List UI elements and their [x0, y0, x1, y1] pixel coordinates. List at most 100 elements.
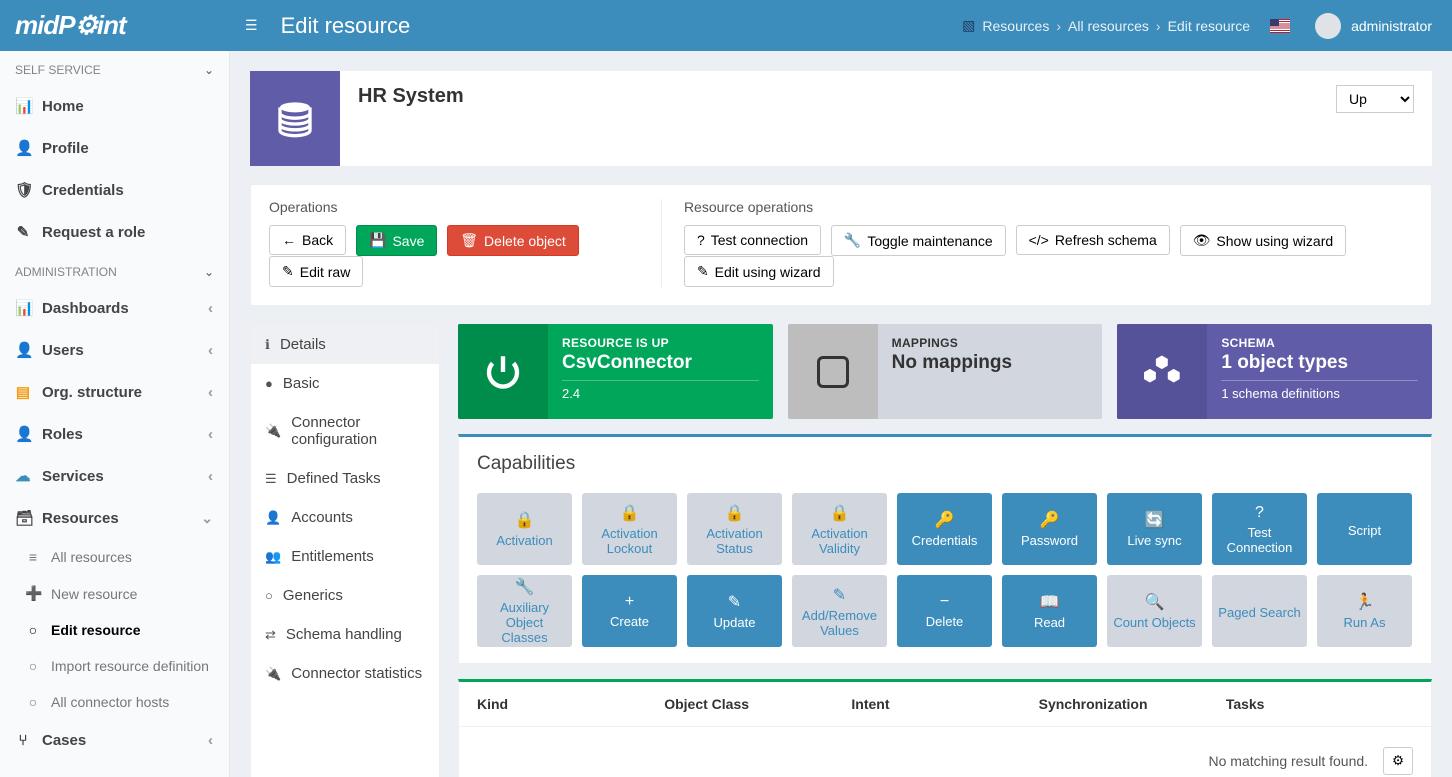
capability-tile[interactable]: ✎Add/Remove Values — [792, 575, 887, 647]
user-icon: 👤 — [15, 425, 31, 443]
table-column-header[interactable]: Synchronization — [1039, 696, 1226, 712]
card-label: SCHEMA — [1221, 336, 1418, 350]
edit-wizard-button[interactable]: ✎Edit using wizard — [684, 256, 834, 287]
capability-label: Credentials — [912, 533, 978, 548]
tree-icon: ⑂ — [15, 732, 31, 749]
pencil-icon: ✎ — [15, 223, 31, 241]
user-avatar-icon[interactable] — [1315, 13, 1341, 39]
capability-tile[interactable]: 🔒Activation Status — [687, 493, 782, 565]
capability-tile[interactable]: ✎Update — [687, 575, 782, 647]
table-column-header[interactable]: Intent — [851, 696, 1038, 712]
sidebar-section-administration[interactable]: ADMINISTRATION ⌄ — [0, 253, 229, 287]
tab[interactable]: ⇄Schema handling — [251, 615, 439, 654]
sidebar-subitem[interactable]: ≡All resources — [0, 539, 229, 575]
save-button[interactable]: 💾Save — [356, 225, 437, 256]
status-select[interactable]: Up — [1336, 85, 1414, 113]
cubes-icon — [1117, 324, 1207, 419]
power-icon — [458, 324, 548, 419]
tab-label: Basic — [283, 375, 320, 392]
sidebar-item-resources[interactable]: 🗃 Resources — [0, 497, 229, 539]
capability-icon: + — [625, 593, 634, 611]
capability-tile[interactable]: +Create — [582, 575, 677, 647]
sidebar-item-label: Users — [42, 342, 84, 359]
user-icon: 👤 — [15, 139, 31, 157]
table-column-header[interactable]: Tasks — [1226, 696, 1413, 712]
database-icon — [250, 71, 340, 166]
sidebar-subitem[interactable]: ○Edit resource — [0, 612, 229, 648]
schema-card[interactable]: SCHEMA 1 object types 1 schema definitio… — [1117, 324, 1432, 419]
tab[interactable]: ☰Defined Tasks — [251, 459, 439, 498]
table-settings-button[interactable]: ⚙ — [1383, 747, 1413, 775]
tab[interactable]: ○Generics — [251, 576, 439, 615]
tab[interactable]: 🔌Connector configuration — [251, 403, 439, 459]
toggle-sidebar-icon[interactable]: ☰ — [230, 2, 273, 49]
capability-tile[interactable]: 🔑 Credentials — [897, 493, 992, 565]
sidebar-item[interactable]: 👤Roles — [0, 413, 229, 455]
locale-flag-icon[interactable] — [1270, 19, 1290, 33]
edit-raw-button[interactable]: ✎Edit raw — [269, 256, 363, 287]
sidebar-item[interactable]: ▤Org. structure — [0, 371, 229, 413]
tab-icon: ○ — [265, 588, 273, 603]
sidebar-item-label: Home — [42, 98, 84, 115]
username[interactable]: administrator — [1351, 18, 1432, 34]
capability-tile[interactable]: 📖Read — [1002, 575, 1097, 647]
capability-tile[interactable]: 🔑Password — [1002, 493, 1097, 565]
sidebar-subitem[interactable]: ○All connector hosts — [0, 684, 229, 720]
tab[interactable]: 👥Entitlements — [251, 537, 439, 576]
sidebar-item[interactable]: 🛡Credentials — [0, 169, 229, 211]
capability-tile[interactable]: 🔒Activation Validity — [792, 493, 887, 565]
capability-tile[interactable]: Script — [1317, 493, 1412, 565]
tab[interactable]: 👤Accounts — [251, 498, 439, 537]
sidebar-subitem[interactable]: ➕New resource — [0, 575, 229, 612]
connector-status-card[interactable]: RESOURCE IS UP CsvConnector 2.4 — [458, 324, 773, 419]
show-wizard-button[interactable]: 👁Show using wizard — [1180, 225, 1347, 256]
capability-tile[interactable]: 🔒Activation Lockout — [582, 493, 677, 565]
back-button[interactable]: ←Back — [269, 225, 346, 255]
sidebar-item[interactable]: 👤Profile — [0, 127, 229, 169]
tab[interactable]: ℹDetails — [251, 325, 439, 364]
mappings-card[interactable]: MAPPINGS No mappings — [788, 324, 1103, 419]
sidebar-subitem-label: All resources — [51, 549, 132, 565]
delete-button[interactable]: 🗑Delete object — [447, 225, 579, 256]
capability-icon: 🔑 — [935, 510, 955, 530]
empty-message: No matching result found. — [1209, 753, 1369, 769]
app-logo[interactable]: midP⚙int — [0, 10, 230, 41]
toggle-maintenance-button[interactable]: 🔧Toggle maintenance — [831, 225, 1006, 256]
capability-tile[interactable]: 🔍Count Objects — [1107, 575, 1202, 647]
card-value: No mappings — [892, 352, 1089, 374]
capability-tile[interactable]: Paged Search — [1212, 575, 1307, 647]
sidebar-item[interactable]: ✎Request a role — [0, 211, 229, 253]
sidebar-subitem[interactable]: ○Import resource definition — [0, 648, 229, 684]
tab[interactable]: ●Basic — [251, 364, 439, 403]
capability-icon: 🔄 — [1145, 510, 1165, 530]
question-icon: ? — [697, 232, 705, 248]
table-column-header[interactable]: Kind — [477, 696, 664, 712]
capability-icon: 🔒 — [830, 503, 850, 523]
save-icon: 💾 — [369, 232, 386, 249]
capability-tile[interactable]: −Delete — [897, 575, 992, 647]
capability-tile[interactable]: 🔧Auxiliary Object Classes — [477, 575, 572, 647]
breadcrumb-link[interactable]: Resources — [982, 18, 1049, 34]
test-connection-button[interactable]: ?Test connection — [684, 225, 821, 255]
sidebar-item-cases[interactable]: ⑂ Cases — [0, 720, 229, 761]
chevron-down-icon: ⌄ — [204, 63, 214, 77]
sidebar-item[interactable]: 📊Dashboards — [0, 287, 229, 329]
resource-header: HR System Up — [250, 71, 1432, 166]
breadcrumb-link[interactable]: All resources — [1068, 18, 1149, 34]
sidebar-item[interactable]: ☁Services — [0, 455, 229, 497]
sidebar-item[interactable]: 👤Users — [0, 329, 229, 371]
table-column-header[interactable]: Object Class — [664, 696, 851, 712]
sidebar-section-self-service[interactable]: SELF SERVICE ⌄ — [0, 51, 229, 85]
capability-tile[interactable]: 🔄 Live sync — [1107, 493, 1202, 565]
capability-tile[interactable]: ?Test Connection — [1212, 493, 1307, 565]
capability-label: Script — [1348, 523, 1381, 538]
sidebar-item[interactable]: 📊Home — [0, 85, 229, 127]
capability-tile[interactable]: 🏃Run As — [1317, 575, 1412, 647]
tab[interactable]: 🔌Connector statistics — [251, 654, 439, 693]
refresh-schema-button[interactable]: </>Refresh schema — [1016, 225, 1170, 255]
capability-label: Test Connection — [1216, 525, 1303, 555]
breadcrumb-link[interactable]: Edit resource — [1168, 18, 1250, 34]
trash-icon: 🗑 — [460, 232, 478, 249]
capability-tile[interactable]: 🔒Activation — [477, 493, 572, 565]
capability-label: Live sync — [1127, 533, 1181, 548]
